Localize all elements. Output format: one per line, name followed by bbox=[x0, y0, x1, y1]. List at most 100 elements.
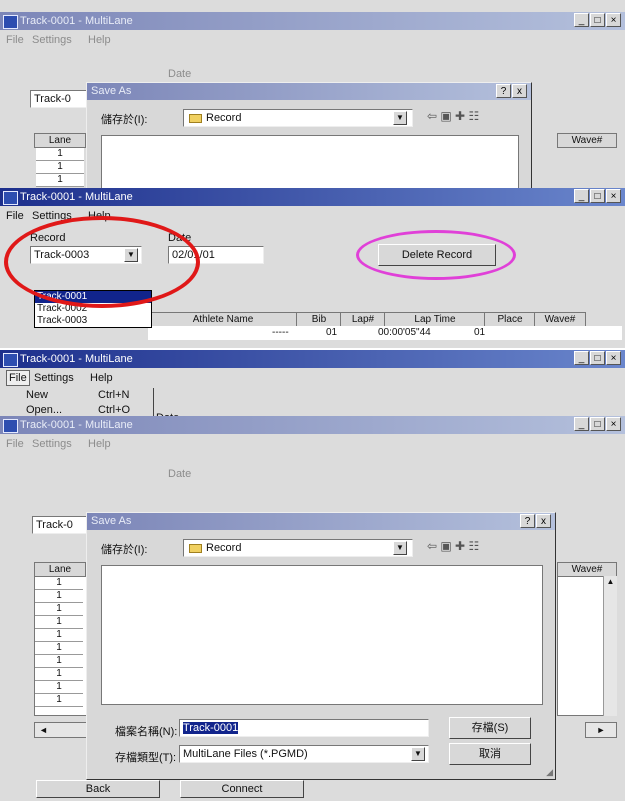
filetype-label: 存檔類型(T): bbox=[115, 752, 177, 764]
file-list bbox=[101, 565, 543, 705]
save-as-dialog: Save As ? x 儲存於(I): Record ▼ ⇦ ▣ ✚ ☷ 檔案名稱… bbox=[86, 512, 556, 780]
chevron-down-icon[interactable]: ▼ bbox=[393, 541, 407, 555]
resize-grip-icon[interactable]: ◢ bbox=[546, 767, 553, 778]
folder-icon bbox=[189, 544, 202, 553]
toolbar-icons: ⇦ ▣ ✚ ☷ bbox=[427, 109, 480, 123]
scroll-right-button[interactable]: ► bbox=[585, 722, 617, 738]
vertical-scrollbar[interactable]: ▲ bbox=[603, 576, 617, 716]
save-in-folder-select[interactable]: Record bbox=[183, 539, 413, 557]
table-row[interactable]: ----- 01 00:00'05"44 01 bbox=[148, 326, 622, 340]
lane-cell: 1 bbox=[35, 668, 83, 681]
app-icon bbox=[3, 191, 18, 205]
lane-cell: 1 bbox=[36, 148, 84, 161]
save-in-label: 儲存於(I): bbox=[101, 544, 148, 556]
cancel-button[interactable]: 取消 bbox=[449, 743, 531, 765]
menu-file[interactable]: File bbox=[6, 436, 24, 452]
folder-name: Record bbox=[206, 542, 242, 554]
save-button[interactable]: 存檔(S) bbox=[449, 717, 531, 739]
close-icon[interactable]: × bbox=[606, 189, 621, 203]
filetype-select[interactable]: MultiLane Files (*.PGMD) bbox=[179, 745, 429, 763]
window-titlebar: Track-0001 - MultiLane _ □ × bbox=[0, 12, 625, 30]
dialog-title: Save As bbox=[91, 515, 132, 527]
maximize-icon[interactable]: □ bbox=[590, 13, 605, 27]
menu-file[interactable]: File bbox=[6, 208, 24, 224]
close-icon[interactable]: × bbox=[606, 417, 621, 431]
chevron-down-icon[interactable]: ▼ bbox=[411, 747, 425, 761]
help-icon[interactable]: ? bbox=[496, 84, 511, 98]
menu-settings[interactable]: Settings bbox=[32, 32, 72, 48]
window-titlebar: Track-0001 - MultiLane _ □ × bbox=[0, 188, 625, 206]
lane-column: 1 1 1 1 1 1 1 1 1 1 bbox=[34, 576, 90, 716]
menu-file[interactable]: File bbox=[6, 370, 30, 386]
column-header-lane: Lane bbox=[34, 562, 86, 577]
record-select[interactable]: Track-0 bbox=[30, 90, 88, 108]
save-as-dialog: Save As ? x 儲存於(I): Record ▼ ⇦ ▣ ✚ ☷ bbox=[86, 82, 532, 188]
column-header-name: Athlete Name bbox=[148, 312, 298, 327]
menu-item-open[interactable]: Open... Ctrl+O bbox=[14, 403, 153, 416]
column-header-wave: Wave# bbox=[557, 133, 617, 148]
menu-bar: File Settings Help bbox=[0, 32, 625, 48]
folder-name: Record bbox=[206, 112, 242, 124]
maximize-icon[interactable]: □ bbox=[590, 189, 605, 203]
window-titlebar: Track-0001 - MultiLane _ □ × bbox=[0, 350, 625, 368]
menu-help[interactable]: Help bbox=[88, 436, 111, 452]
menu-settings[interactable]: Settings bbox=[34, 370, 74, 386]
date-label: Date bbox=[168, 68, 192, 80]
save-in-label: 儲存於(I): bbox=[101, 114, 148, 126]
menu-item-shortcut: Ctrl+O bbox=[98, 404, 131, 416]
menu-bar: File Settings Help bbox=[0, 370, 625, 386]
filename-input[interactable]: Track-0001 bbox=[179, 719, 429, 737]
close-icon[interactable]: x bbox=[536, 514, 551, 528]
lane-cell: 1 bbox=[35, 642, 83, 655]
lane-cell: 1 bbox=[35, 629, 83, 642]
record-select[interactable]: Track-0 bbox=[32, 516, 90, 534]
back-button[interactable]: Back bbox=[36, 780, 160, 798]
save-in-folder-select[interactable]: Record bbox=[183, 109, 413, 127]
minimize-icon[interactable]: _ bbox=[574, 351, 589, 365]
close-icon[interactable]: × bbox=[606, 13, 621, 27]
menu-file[interactable]: File bbox=[6, 32, 24, 48]
dialog-titlebar: Save As ? x bbox=[87, 513, 555, 530]
close-icon[interactable]: × bbox=[606, 351, 621, 365]
menu-help[interactable]: Help bbox=[90, 370, 113, 386]
menu-item-new[interactable]: New Ctrl+N bbox=[14, 388, 153, 403]
window-titlebar: Track-0001 - MultiLane _ □ × bbox=[0, 416, 625, 434]
column-header-bib: Bib bbox=[296, 312, 342, 327]
lane-cell: 1 bbox=[36, 161, 84, 174]
menu-item-shortcut: Ctrl+N bbox=[98, 389, 130, 401]
place-cell: 01 bbox=[474, 327, 486, 338]
lane-cell: 1 bbox=[35, 603, 83, 616]
connect-button[interactable]: Connect bbox=[180, 780, 304, 798]
window-title: Track-0001 - MultiLane bbox=[20, 15, 133, 27]
minimize-icon[interactable]: _ bbox=[574, 189, 589, 203]
file-dropdown-menu[interactable]: New Ctrl+N Open... Ctrl+O bbox=[14, 388, 154, 416]
folder-icon bbox=[189, 114, 202, 123]
window-snapshot-4: Track-0001 - MultiLane _ □ × File Settings… bbox=[0, 416, 625, 801]
lap-time-cell: 00:00'05"44 bbox=[378, 327, 431, 338]
menu-help[interactable]: Help bbox=[88, 32, 111, 48]
magenta-highlight-ellipse bbox=[356, 230, 516, 280]
date-label: Date bbox=[168, 468, 192, 480]
lane-cell: 1 bbox=[35, 590, 83, 603]
app-icon bbox=[3, 15, 18, 29]
lane-cell: 1 bbox=[35, 616, 83, 629]
window-title: Track-0001 - MultiLane bbox=[20, 419, 133, 431]
bib-cell: ----- bbox=[272, 327, 289, 338]
column-header-lap: Lap# bbox=[340, 312, 386, 327]
filename-label: 檔案名稱(N): bbox=[115, 726, 178, 738]
maximize-icon[interactable]: □ bbox=[590, 417, 605, 431]
minimize-icon[interactable]: _ bbox=[574, 13, 589, 27]
lane-cell: 1 bbox=[35, 655, 83, 668]
horizontal-scrollbar[interactable]: ◄ bbox=[34, 722, 90, 738]
menu-settings[interactable]: Settings bbox=[32, 436, 72, 452]
window-snapshot-3: Track-0001 - MultiLane _ □ × File Settings… bbox=[0, 350, 625, 416]
dropdown-item[interactable]: Track-0003 bbox=[35, 315, 151, 327]
maximize-icon[interactable]: □ bbox=[590, 351, 605, 365]
minimize-icon[interactable]: _ bbox=[574, 417, 589, 431]
chevron-down-icon[interactable]: ▼ bbox=[393, 111, 407, 125]
window-title: Track-0001 - MultiLane bbox=[20, 191, 133, 203]
help-icon[interactable]: ? bbox=[520, 514, 535, 528]
column-header-wave: Wave# bbox=[534, 312, 586, 327]
close-icon[interactable]: x bbox=[512, 84, 527, 98]
window-snapshot-2: Track-0001 - MultiLane _ □ × File Settings… bbox=[0, 188, 625, 348]
